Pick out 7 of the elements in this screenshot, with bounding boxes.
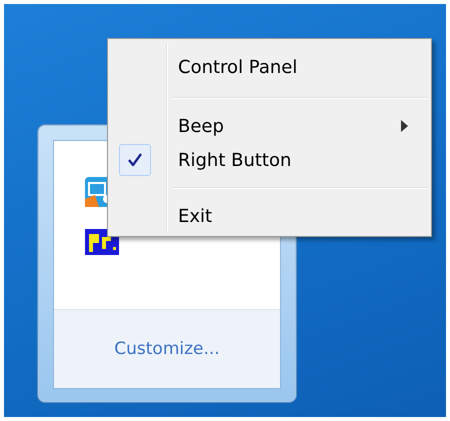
customize-link[interactable]: Customize... bbox=[114, 339, 220, 359]
menu-item[interactable]: Right Button bbox=[111, 143, 428, 177]
checkmark-icon bbox=[119, 144, 151, 176]
menu-item[interactable]: Beep bbox=[111, 109, 428, 143]
submenu-arrow-icon bbox=[401, 120, 408, 132]
menu-item[interactable]: Exit bbox=[111, 199, 428, 233]
menu-item[interactable]: Control Panel bbox=[111, 47, 428, 87]
